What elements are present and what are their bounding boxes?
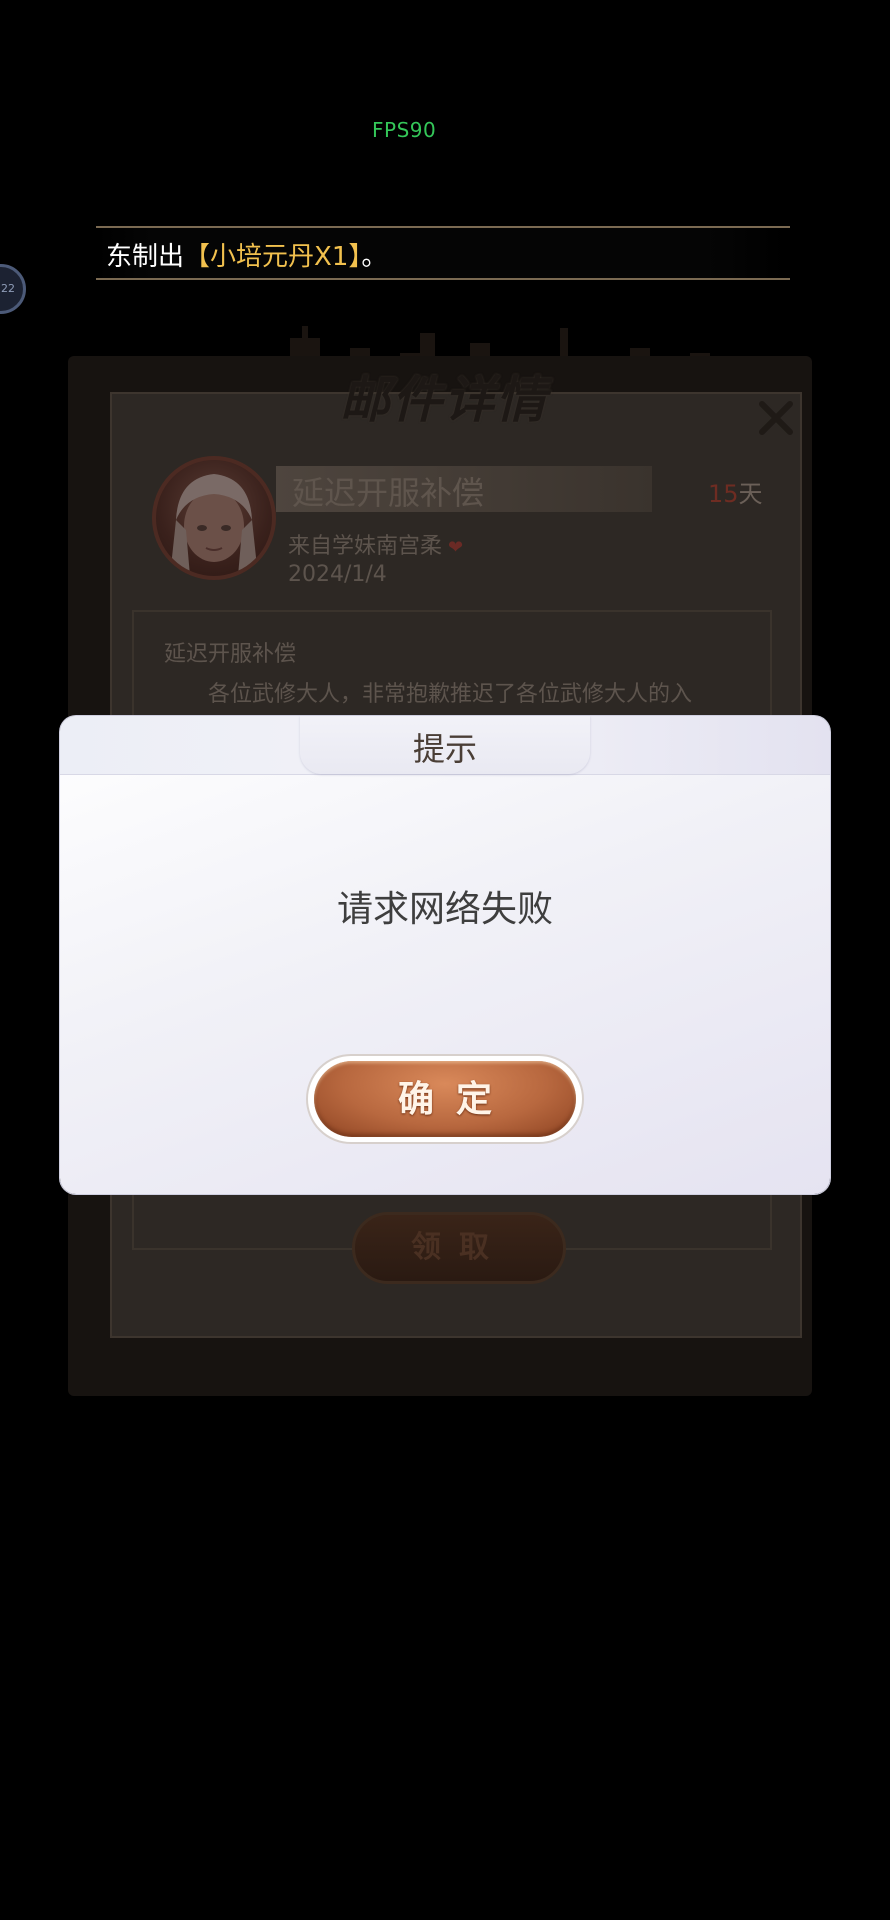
sender-text: 来自学妹南宫柔 [288,534,443,559]
claim-button[interactable]: 领取 [352,1212,566,1284]
game-screen: 邮件详情 延迟开服补偿 15天 来自学妹南宫柔❤ 2024/1/4 延迟开服补 [0,0,890,1920]
sender-avatar [152,456,276,580]
marquee-item-highlight: 【小培元丹X1】 [184,242,362,272]
mail-sender: 来自学妹南宫柔 ❤ [288,528,463,560]
marquee-prefix: 东制出 [106,242,185,272]
fps-counter: FPS90 [372,118,437,142]
avatar-portrait-icon [170,474,258,576]
mail-title: 邮件详情 [340,370,548,429]
mail-date: 2024/1/4 [288,562,387,587]
mail-body-title: 延迟开服补偿 [164,642,297,667]
heart-icon: ❤ [448,537,464,558]
days-unit: 天 [738,480,763,508]
confirm-button[interactable]: 确定 [314,1061,576,1137]
close-icon[interactable] [754,396,798,440]
days-remaining: 15天 [708,474,763,509]
mail-body-text: 各位武修大人，非常抱歉推迟了各位武修大人的入 [208,682,693,707]
mail-subject: 延迟开服补偿 [292,474,485,512]
dialog-message: 请求网络失败 [336,889,553,930]
network-error-dialog: 提示 请求网络失败 确定 [60,716,830,1194]
days-number: 15 [708,480,739,508]
dialog-title: 提示 [412,730,477,768]
broadcast-marquee: 东制出【小培元丹X1】。 [96,226,790,280]
marquee-suffix: 。 [361,242,388,272]
marquee-text: 东制出【小培元丹X1】。 [106,236,387,273]
